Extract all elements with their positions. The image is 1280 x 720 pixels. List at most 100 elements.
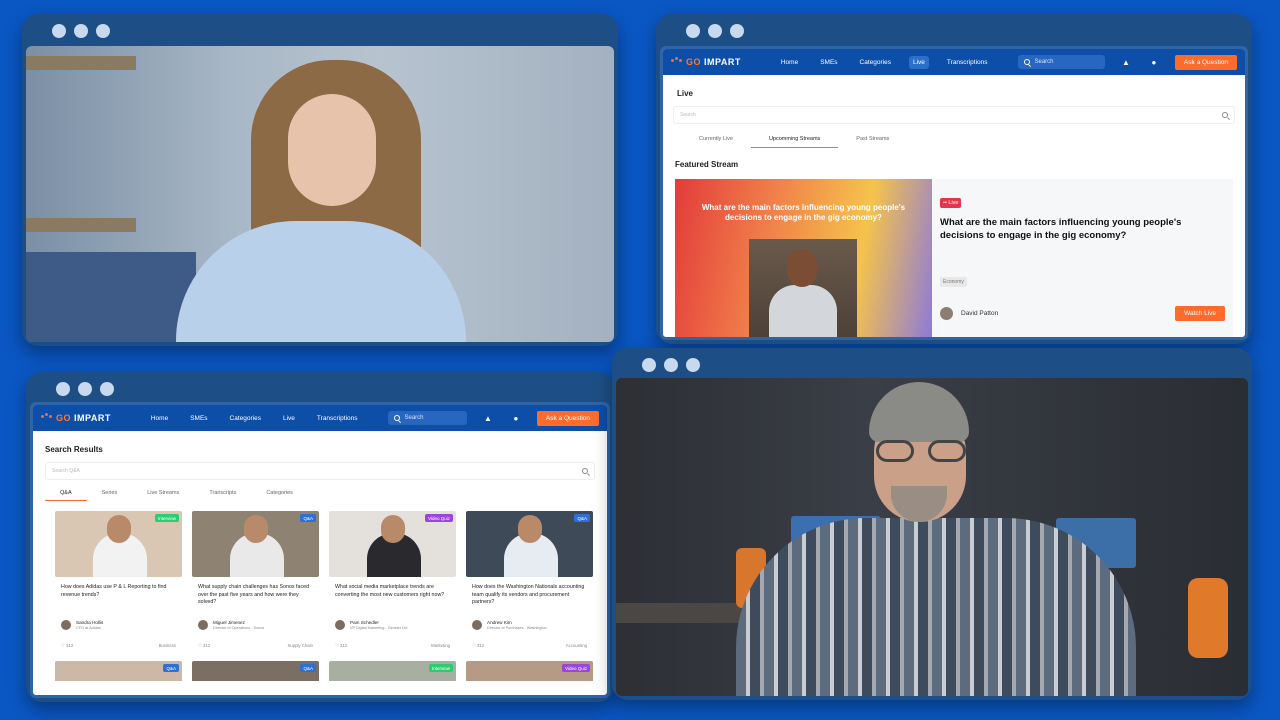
- window-dot[interactable]: [96, 24, 110, 38]
- window-dot[interactable]: [642, 358, 656, 372]
- goimpart-logo[interactable]: GO IMPART: [41, 413, 111, 423]
- search-icon: [582, 468, 588, 474]
- card-author[interactable]: Sandra Hollis CFO at Adidas: [61, 620, 176, 630]
- card-category[interactable]: Accounting: [566, 643, 587, 649]
- card-question[interactable]: How does the Washington Nationals accoun…: [472, 584, 587, 616]
- card-question[interactable]: What social media marketplace trends are…: [335, 584, 450, 616]
- nav-smes[interactable]: SMEs: [816, 56, 841, 69]
- result-card[interactable]: Video Quiz What social media marketplace…: [329, 511, 456, 655]
- window-dot[interactable]: [100, 382, 114, 396]
- bell-icon[interactable]: ▲: [1119, 55, 1133, 69]
- window-controls[interactable]: [56, 382, 114, 396]
- card-badge: Video Quiz: [425, 514, 453, 522]
- window-dot[interactable]: [686, 358, 700, 372]
- card-thumbnail[interactable]: Q&A: [466, 511, 593, 577]
- result-card[interactable]: Interview: [329, 661, 456, 681]
- ask-question-button[interactable]: Ask a Question: [536, 410, 599, 426]
- window-controls[interactable]: [642, 358, 700, 372]
- nav-transcriptions[interactable]: Transcriptions: [313, 412, 362, 425]
- presenter-photo: [749, 239, 857, 337]
- results-grid-row2: Q&A Q&A Interview Video Quiz: [33, 655, 607, 681]
- result-card[interactable]: Q&A What supply chain challenges has Son…: [192, 511, 319, 655]
- card-thumbnail[interactable]: Q&A: [192, 661, 319, 681]
- card-author[interactable]: Pam Schedler VP Digital Marketing - Gens…: [335, 620, 450, 630]
- window-controls[interactable]: [52, 24, 110, 38]
- nav-smes[interactable]: SMEs: [186, 412, 211, 425]
- result-card[interactable]: Video Quiz: [466, 661, 593, 681]
- card-category[interactable]: Supply Chain: [287, 643, 313, 649]
- search-icon: [1023, 59, 1030, 65]
- tab-past-streams[interactable]: Past Streams: [838, 130, 907, 148]
- nav-home[interactable]: Home: [147, 412, 172, 425]
- window-dot[interactable]: [686, 24, 700, 38]
- card-question[interactable]: What supply chain challenges has Sonos f…: [198, 584, 313, 616]
- nav-categories[interactable]: Categories: [226, 412, 265, 425]
- result-card[interactable]: Interview How does Adidas use P & L Repo…: [55, 511, 182, 655]
- card-author[interactable]: Miguel Jimenez Director of Operations - …: [198, 620, 313, 630]
- card-badge: Q&A: [300, 664, 316, 672]
- nav-search-placeholder: Search: [1034, 59, 1054, 65]
- view-count: ♡ 312: [198, 643, 211, 648]
- goimpart-logo[interactable]: GO IMPART: [671, 57, 741, 67]
- result-card[interactable]: Q&A: [55, 661, 182, 681]
- speaker-face: [288, 94, 376, 206]
- nav-search-input[interactable]: Search: [387, 411, 467, 425]
- card-thumbnail[interactable]: Q&A: [192, 511, 319, 577]
- card-question[interactable]: How does Adidas use P & L Reporting to f…: [61, 584, 176, 616]
- page-title: Search Results: [45, 445, 103, 454]
- author-role: Director of Operations - Sonos: [213, 626, 265, 630]
- tab-qa[interactable]: Q&A: [45, 486, 87, 501]
- nav-categories[interactable]: Categories: [856, 56, 895, 69]
- card-thumbnail[interactable]: Interview: [55, 511, 182, 577]
- card-thumbnail[interactable]: Video Quiz: [329, 511, 456, 577]
- tab-live-streams[interactable]: Live Streams: [132, 486, 194, 501]
- card-thumbnail[interactable]: Video Quiz: [466, 661, 593, 681]
- result-card[interactable]: Q&A How does the Washington Nationals ac…: [466, 511, 593, 655]
- window-dot[interactable]: [74, 24, 88, 38]
- author-role: Director of Purchases - Washington: [487, 626, 547, 630]
- window-dot[interactable]: [664, 358, 678, 372]
- card-category[interactable]: Business: [159, 643, 176, 649]
- nav-live[interactable]: Live: [908, 55, 929, 69]
- search-results-window: GO IMPART Home SMEs Categories Live Trans…: [26, 372, 614, 702]
- card-thumbnail[interactable]: Interview: [329, 661, 456, 681]
- card-thumbnail[interactable]: Q&A: [55, 661, 182, 681]
- speaker-shirt: [736, 518, 1136, 696]
- tab-currently-live[interactable]: Currently Live: [681, 130, 751, 148]
- window-controls[interactable]: [686, 24, 744, 38]
- bell-icon[interactable]: ▲: [481, 411, 495, 425]
- window-dot[interactable]: [730, 24, 744, 38]
- tab-series[interactable]: Series: [87, 486, 133, 501]
- user-icon[interactable]: ●: [509, 411, 523, 425]
- card-author[interactable]: Andrew Kim Director of Purchases - Washi…: [472, 620, 587, 630]
- tab-categories[interactable]: Categories: [251, 486, 308, 501]
- featured-stream-card[interactable]: What are the main factors influencing yo…: [675, 179, 1233, 337]
- result-card[interactable]: Q&A: [192, 661, 319, 681]
- card-footer: ♡ 312 Business: [61, 643, 176, 649]
- nav-transcriptions[interactable]: Transcriptions: [943, 56, 992, 69]
- nav-live[interactable]: Live: [279, 412, 299, 425]
- live-search-input[interactable]: Search: [673, 106, 1235, 124]
- qa-search-input[interactable]: Search Q&A: [45, 462, 595, 480]
- window-dot[interactable]: [708, 24, 722, 38]
- nav-search-input[interactable]: Search: [1017, 55, 1105, 69]
- avatar: [198, 620, 208, 630]
- nav-home[interactable]: Home: [777, 56, 802, 69]
- author-name: Andrew Kim: [487, 620, 512, 625]
- live-page-window: GO IMPART Home SMEs Categories Live Trans…: [656, 14, 1252, 344]
- window-dot[interactable]: [78, 382, 92, 396]
- featured-stream-thumbnail[interactable]: What are the main factors influencing yo…: [675, 179, 932, 337]
- tab-transcripts[interactable]: Transcripts: [194, 486, 251, 501]
- watch-live-button[interactable]: Watch Live: [1175, 306, 1225, 321]
- ask-question-button[interactable]: Ask a Question: [1174, 54, 1237, 70]
- window-dot[interactable]: [52, 24, 66, 38]
- card-category[interactable]: Marketing: [431, 643, 450, 649]
- author[interactable]: David Patton: [940, 307, 998, 320]
- person-head: [381, 515, 405, 543]
- tab-upcoming-streams[interactable]: Upcomming Streams: [750, 130, 839, 148]
- card-badge: Q&A: [574, 514, 590, 522]
- category-tag[interactable]: Economy: [940, 277, 967, 287]
- window-dot[interactable]: [56, 382, 70, 396]
- featured-question[interactable]: What are the main factors influencing yo…: [940, 217, 1225, 243]
- user-icon[interactable]: ●: [1147, 55, 1161, 69]
